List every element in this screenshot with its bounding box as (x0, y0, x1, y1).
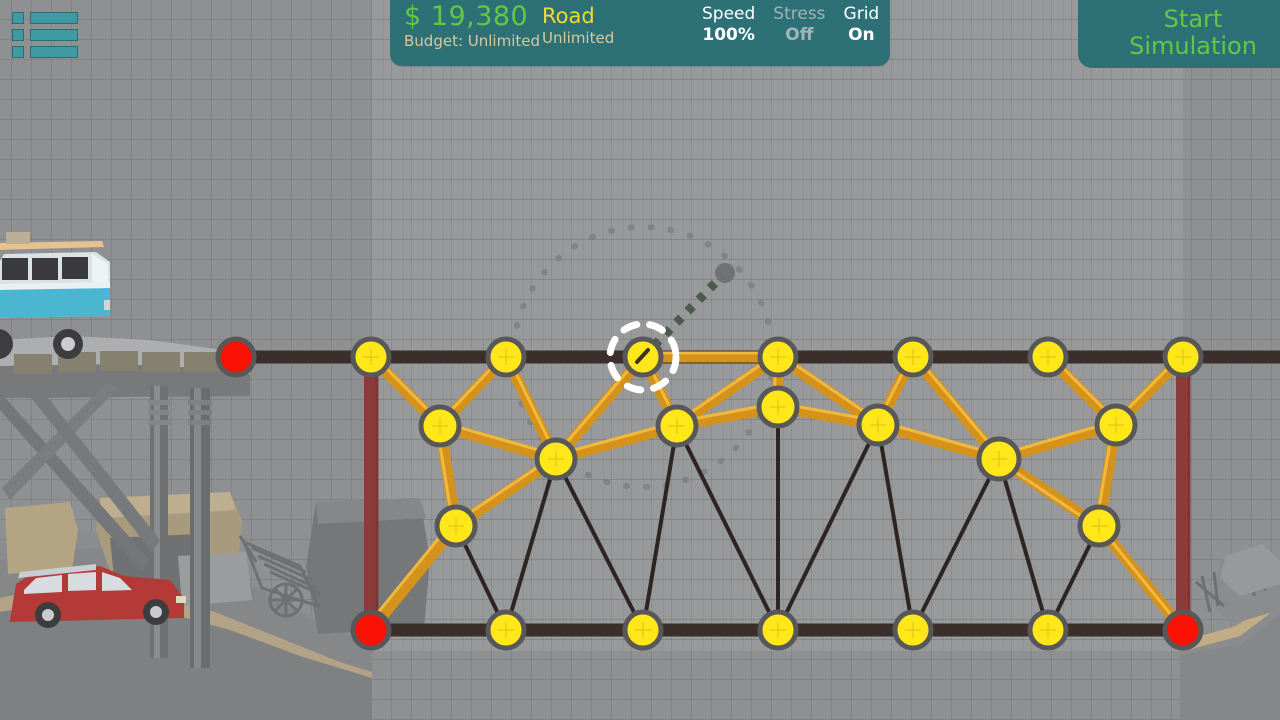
menu-row (12, 29, 82, 41)
menu-square-icon (12, 12, 24, 24)
menu-square-icon (12, 29, 24, 41)
menu-row (12, 46, 82, 58)
material-name: Road (542, 4, 595, 28)
start-simulation-button[interactable]: Start Simulation (1078, 0, 1280, 68)
material-quantity: Unlimited (542, 29, 615, 47)
menu-square-icon (12, 46, 24, 58)
start-simulation-line1: Start (1163, 5, 1223, 33)
menu-row (12, 12, 82, 24)
cursor-dot (715, 263, 735, 283)
menu-bar-icon (30, 29, 78, 41)
budget-readout: $ 19,380 Budget: Unlimited (404, 1, 541, 51)
grid-value: On (848, 25, 875, 45)
bridge-structure[interactable] (0, 0, 1280, 720)
grid-toggle[interactable]: Grid On (844, 4, 880, 46)
speed-toggle[interactable]: Speed 100% (702, 4, 755, 46)
material-readout[interactable]: Road Unlimited (542, 4, 614, 47)
menu-bar-icon (30, 12, 78, 24)
menu-bar-icon (30, 46, 78, 58)
stress-value: Off (785, 25, 814, 45)
stress-toggle[interactable]: Stress Off (773, 4, 825, 46)
speed-label: Speed (702, 4, 756, 24)
hud-panel: $ 19,380 Budget: Unlimited Road Unlimite… (390, 0, 890, 66)
budget-label: Budget: Unlimited (404, 32, 541, 50)
start-simulation-line2: Simulation (1129, 32, 1257, 60)
grid-label: Grid (843, 4, 880, 24)
game-viewport: $ 19,380 Budget: Unlimited Road Unlimite… (0, 0, 1280, 720)
speed-value: 100% (702, 25, 755, 45)
money-value: $ 19,380 (404, 1, 529, 32)
menu-button[interactable] (12, 12, 82, 58)
hud-options: Speed 100% Stress Off Grid On (702, 4, 879, 46)
stress-label: Stress (773, 4, 826, 24)
